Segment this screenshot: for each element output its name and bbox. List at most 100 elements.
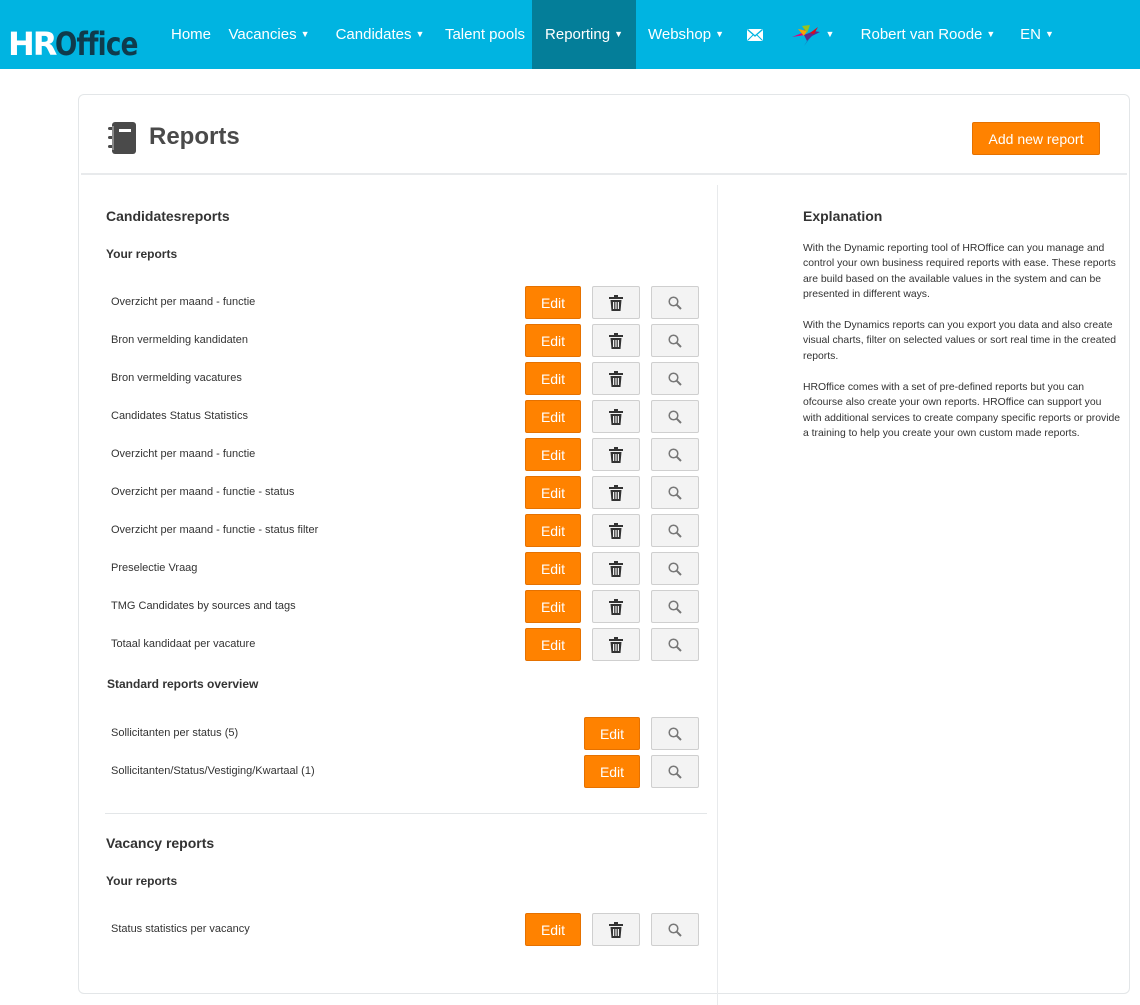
search-icon [668,295,682,310]
edit-button[interactable]: Edit [525,438,581,471]
search-icon [668,523,682,538]
language-menu[interactable]: EN ▼ [1016,0,1058,69]
search-icon [668,561,682,576]
page-title: Reports [149,123,240,150]
edit-button[interactable]: Edit [525,362,581,395]
delete-button[interactable] [592,438,640,471]
delete-button[interactable] [592,324,640,357]
view-button[interactable] [651,400,699,433]
view-button[interactable] [651,286,699,319]
candidate-report-row-label: Overzicht per maand - functie - status f… [111,524,319,536]
edit-button[interactable]: Edit [525,476,581,509]
standard-report-row-label: Sollicitanten per status (5) [111,727,239,739]
edit-button[interactable]: Edit [525,913,581,946]
language-label: EN [1020,26,1041,43]
mail-icon[interactable] [740,0,770,69]
envelope-icon [747,28,763,41]
trash-icon [609,408,623,425]
search-icon [668,764,682,779]
trash-icon [609,598,623,615]
chevron-down-icon: ▼ [715,28,725,39]
view-button[interactable] [651,755,699,788]
edit-button[interactable]: Edit [584,755,640,788]
view-button[interactable] [651,324,699,357]
nav-home[interactable]: Home [165,0,217,69]
logo-office: Office [55,25,138,63]
delete-button[interactable] [592,400,640,433]
view-button[interactable] [651,552,699,585]
edit-button[interactable]: Edit [525,514,581,547]
chevron-down-icon: ▼ [300,28,310,39]
nav-reporting[interactable]: Reporting ▼ [532,0,636,69]
candidate-report-row-label: Overzicht per maand - functie [111,448,256,460]
edit-button[interactable]: Edit [525,628,581,661]
hroffice-logo[interactable]: HR Office [8,20,156,60]
nav-talent-pools[interactable]: Talent pools [440,0,530,69]
candidate-report-row-label: Overzicht per maand - functie - status [111,486,295,498]
candidates-your-reports-label: Your reports [106,247,178,261]
trash-icon [609,370,623,387]
candidate-report-row-label: Overzicht per maand - functie [111,296,256,308]
trash-icon [609,484,623,501]
standard-report-row-label: Sollicitanten/Status/Vestiging/Kwartaal … [111,765,315,777]
edit-button[interactable]: Edit [525,590,581,623]
view-button[interactable] [651,438,699,471]
chevron-down-icon: ▼ [614,28,623,39]
notebook-icon [108,122,136,154]
view-button[interactable] [651,476,699,509]
candidate-report-row-label: Totaal kandidaat per vacature [111,638,256,650]
trash-icon [609,294,623,311]
nav-candidates-label: Candidates [335,26,412,43]
view-button[interactable] [651,362,699,395]
hummingbird-menu[interactable]: ▼ [784,0,840,69]
delete-button[interactable] [592,913,640,946]
nav-home-label: Home [170,26,211,43]
chevron-down-icon: ▼ [986,28,996,39]
delete-button[interactable] [592,590,640,623]
delete-button[interactable] [592,286,640,319]
explanation-title: Explanation [803,208,883,224]
section-divider [105,813,707,814]
search-icon [668,333,682,348]
edit-button[interactable]: Edit [525,324,581,357]
view-button[interactable] [651,514,699,547]
candidate-report-row-label: Bron vermelding vacatures [111,372,242,384]
candidate-report-row-label: Preselectie Vraag [111,562,198,574]
edit-button[interactable]: Edit [525,552,581,585]
nav-vacancies-label: Vacancies [228,26,297,43]
search-icon [668,599,682,614]
view-button[interactable] [651,717,699,750]
search-icon [668,485,682,500]
delete-button[interactable] [592,628,640,661]
user-menu[interactable]: Robert van Roode ▼ [858,0,998,69]
explanation-paragraph-2: With the Dynamics reports can you export… [803,320,1117,362]
edit-button[interactable]: Edit [525,400,581,433]
view-button[interactable] [651,913,699,946]
search-icon [668,637,682,652]
nav-talent-pools-label: Talent pools [444,26,526,43]
trash-icon [609,921,623,938]
trash-icon [609,636,623,653]
vacancy-your-reports-label: Your reports [106,874,178,888]
delete-button[interactable] [592,552,640,585]
nav-candidates[interactable]: Candidates ▼ [332,0,428,69]
delete-button[interactable] [592,514,640,547]
trash-icon [609,560,623,577]
user-name: Robert van Roode [860,26,983,43]
explanation-paragraph-3: HROffice comes with a set of pre-defined… [803,382,1121,440]
add-new-report-button[interactable]: Add new report [972,122,1100,155]
candidates-reports-title: Candidatesreports [106,208,230,224]
view-button[interactable] [651,628,699,661]
candidate-report-row-label: TMG Candidates by sources and tags [111,600,296,612]
delete-button[interactable] [592,362,640,395]
delete-button[interactable] [592,476,640,509]
search-icon [668,726,682,741]
nav-webshop[interactable]: Webshop ▼ [644,0,728,69]
edit-button[interactable]: Edit [584,717,640,750]
column-divider [717,185,718,1005]
hummingbird-icon [791,24,820,46]
standard-reports-label: Standard reports overview [107,677,259,691]
edit-button[interactable]: Edit [525,286,581,319]
nav-vacancies[interactable]: Vacancies ▼ [226,0,312,69]
view-button[interactable] [651,590,699,623]
